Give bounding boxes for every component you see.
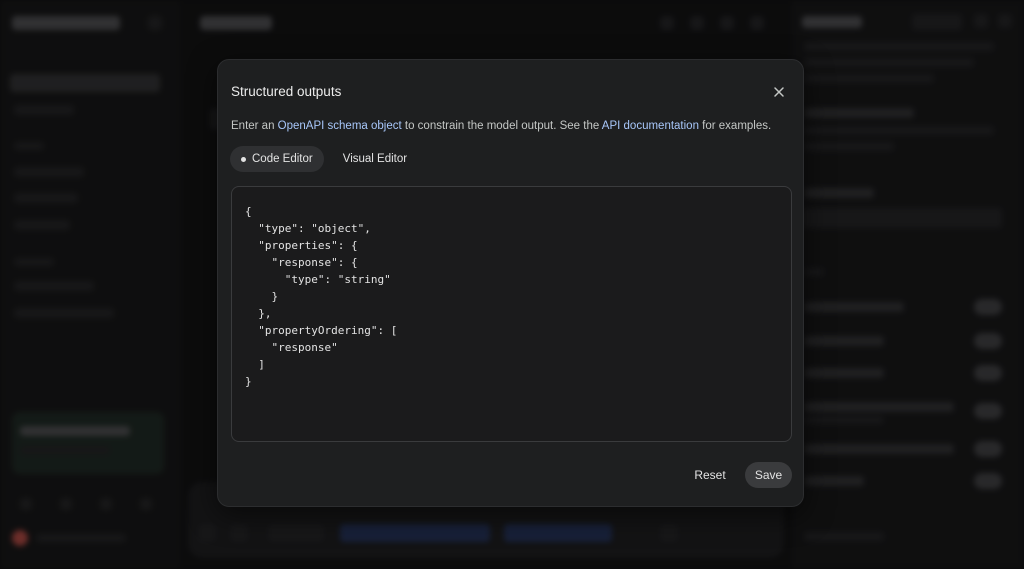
- tab-label: Visual Editor: [342, 153, 408, 165]
- code-line: "properties": {: [245, 239, 358, 252]
- close-icon: [774, 87, 784, 97]
- code-line: "type": "string": [245, 273, 391, 286]
- openapi-schema-link[interactable]: OpenAPI schema object: [278, 120, 402, 132]
- code-line: ]: [245, 358, 265, 371]
- close-button[interactable]: [769, 82, 789, 102]
- structured-outputs-dialog: Structured outputs Enter an OpenAPI sche…: [217, 59, 804, 507]
- tab-visual-editor[interactable]: Visual Editor: [332, 146, 418, 172]
- code-line: }: [245, 290, 279, 303]
- description-text: to constrain the model output. See the: [401, 120, 602, 132]
- code-line: "response": {: [245, 256, 358, 269]
- api-documentation-link[interactable]: API documentation: [602, 120, 699, 132]
- code-editor[interactable]: { "type": "object", "properties": { "res…: [231, 186, 792, 442]
- dialog-description: Enter an OpenAPI schema object to constr…: [231, 120, 771, 132]
- code-content: { "type": "object", "properties": { "res…: [245, 203, 397, 390]
- description-text: Enter an: [231, 120, 278, 132]
- code-line: "response": [245, 341, 338, 354]
- code-line: },: [245, 307, 272, 320]
- description-text: for examples.: [698, 120, 772, 132]
- tab-label: Code Editor: [252, 153, 313, 165]
- reset-button[interactable]: Reset: [684, 462, 736, 488]
- code-line: {: [245, 205, 252, 218]
- editor-tabs: Code Editor Visual Editor: [230, 146, 418, 172]
- code-line: "type": "object",: [245, 222, 371, 235]
- code-line: }: [245, 375, 252, 388]
- active-tab-dot-icon: [241, 156, 246, 162]
- tab-code-editor[interactable]: Code Editor: [230, 146, 324, 172]
- dialog-title: Structured outputs: [231, 84, 342, 99]
- code-line: "propertyOrdering": [: [245, 324, 398, 337]
- save-button[interactable]: Save: [745, 462, 792, 488]
